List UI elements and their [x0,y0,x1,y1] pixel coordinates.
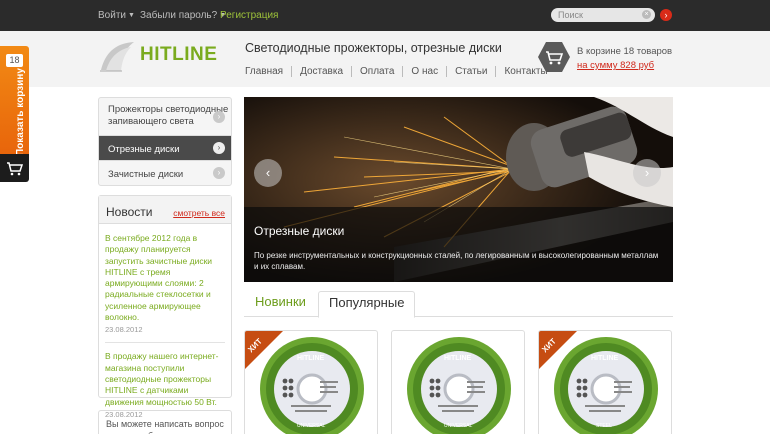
disc-type-label: STEEL [596,423,612,429]
main-nav: Главная Доставка Оплата О нас Статьи Кон… [245,66,556,77]
news-title: Новости [106,205,153,219]
search-input[interactable]: Поиск × [551,8,655,22]
tab-new[interactable]: Новинки [255,294,306,309]
nav-item-articles[interactable]: Статьи [446,66,495,77]
disc-type-label: UNIVERSAL [297,423,326,429]
news-all-link[interactable]: смотреть все [173,208,225,218]
cart-sum-link[interactable]: на сумму 828 руб [577,59,672,73]
search-placeholder: Поиск [558,10,583,20]
product-card[interactable]: ХИТ HITLINE UNIVERSAL [244,330,378,434]
forgot-password-label: Забыли пароль? [140,10,218,21]
cutting-disc-image [539,331,658,434]
tab-popular[interactable]: Популярные [318,291,416,318]
disc-type-label: UNIVERSAL [444,423,473,429]
slide-title: Отрезные диски [254,224,345,238]
nav-item-payment[interactable]: Оплата [351,66,402,77]
news-block: Новости смотреть все В сентябре 2012 год… [98,195,232,419]
nav-item-about[interactable]: О нас [402,66,446,77]
cart-count-text: В корзине 18 товаров [577,46,673,57]
menu-item-grinding-discs[interactable]: Зачистные диски › [99,160,231,185]
slide-caption: Отрезные диски По резке инструментальных… [244,207,673,282]
forgot-password-link[interactable]: Забыли пароль? ▼ [140,10,226,21]
chevron-right-icon: › [213,167,225,179]
show-cart-label: Показать корзину [15,68,26,156]
register-link[interactable]: Регистрация [220,10,278,21]
category-menu: Прожекторы светодиодные запивающего свет… [98,97,232,186]
menu-item-led-floodlights[interactable]: Прожекторы светодиодные запивающего свет… [99,98,231,135]
cart-icon[interactable] [537,40,571,74]
chevron-right-icon: › [213,142,225,154]
divider [105,342,225,344]
chevron-right-icon: › [213,110,225,123]
slide-description: По резке инструментальных и конструкцион… [254,251,659,271]
product-card[interactable]: HITLINE UNIVERSAL [391,330,525,434]
menu-item-label: Отрезные диски [108,144,180,155]
news-text-link[interactable]: В сентябре 2012 года в продажу планирует… [105,233,225,323]
news-date: 23.08.2012 [105,325,143,335]
news-item: В сентябре 2012 года в продажу планирует… [99,233,231,334]
news-header: Новости смотреть все [99,196,231,224]
nav-item-home[interactable]: Главная [245,66,291,77]
disc-brand-label: HITLINE [297,355,325,362]
product-tabs: Новинки Популярные [244,291,673,318]
menu-item-label: Зачистные диски [108,169,184,180]
login-label: Войти [98,10,126,21]
disc-brand-label: HITLINE [591,355,619,362]
cart-icon [7,162,24,176]
logo-icon[interactable] [98,40,136,74]
site-tagline: Светодиодные прожекторы, отрезные диски [245,41,502,55]
logo-text[interactable]: HITLINE [140,44,217,66]
cutting-disc-image [245,331,364,434]
search-submit-button[interactable]: › [660,9,672,21]
product-card[interactable]: ХИТ HITLINE STEEL [538,330,672,434]
top-bar: Войти ▼ Забыли пароль? ▼ Регистрация Поиск… [0,0,770,31]
side-cart-button[interactable] [0,154,29,182]
show-cart-tab[interactable]: 18 Показать корзину [0,46,29,156]
news-item: В продажу нашего интернет-магазина посту… [99,351,231,418]
slider-next-button[interactable]: › [633,159,661,187]
cart-count-badge: 18 [6,54,23,67]
header: HITLINE Светодиодные прожекторы, отрезны… [0,31,770,87]
slider-prev-button[interactable]: ‹ [254,159,282,187]
nav-item-delivery[interactable]: Доставка [291,66,351,77]
cart-summary: В корзине 18 товаров на сумму 828 руб [577,45,672,73]
hero-slider[interactable]: ‹ › Отрезные диски По резке инструментал… [244,97,673,282]
login-link[interactable]: Войти ▼ [98,10,135,21]
cutting-disc-image [407,337,511,434]
news-text-link[interactable]: В продажу нашего интернет-магазина посту… [105,351,225,407]
feedback-note: Вы можете написать вопрос или просьбу, з… [98,410,232,434]
menu-item-cutting-discs[interactable]: Отрезные диски › [99,135,231,160]
chevron-down-icon: ▼ [127,12,135,19]
clear-icon[interactable]: × [642,10,651,19]
disc-brand-label: HITLINE [444,355,472,362]
